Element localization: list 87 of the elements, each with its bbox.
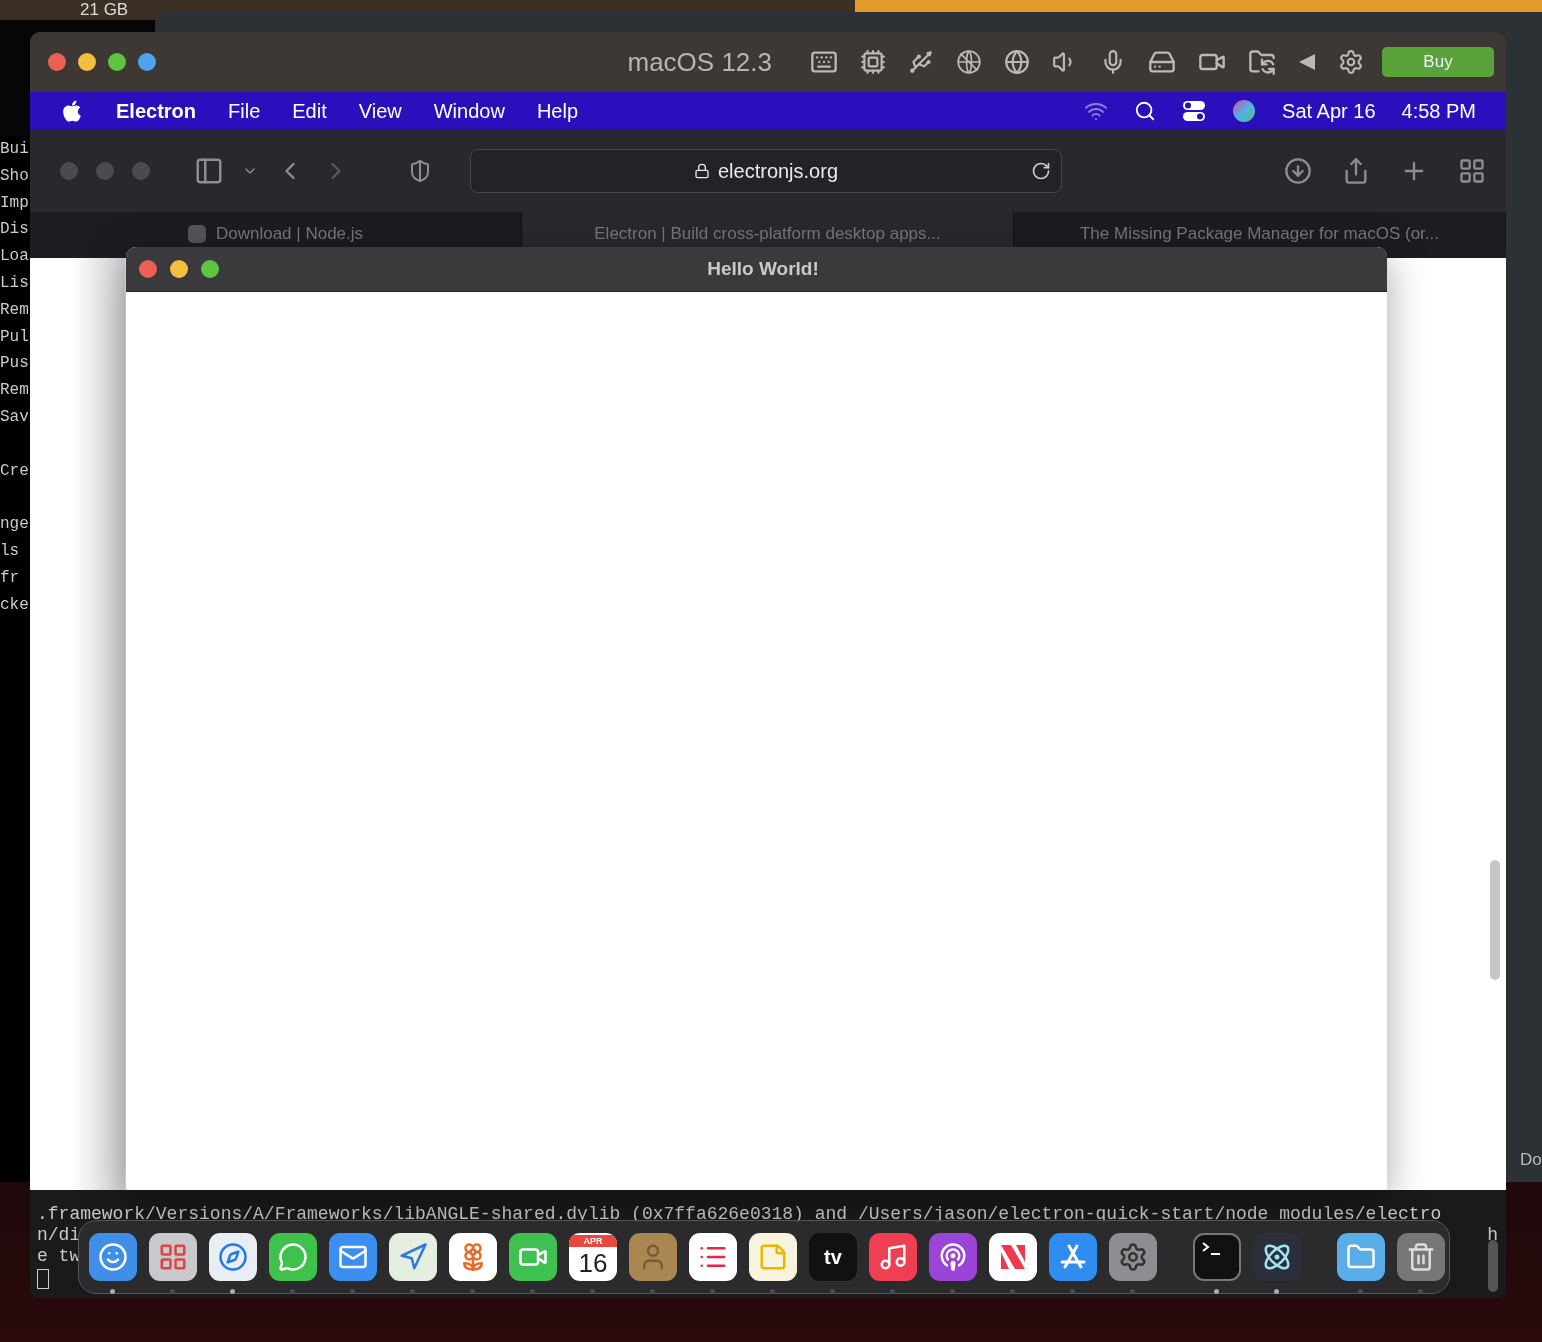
- terminal-line: Cre: [0, 460, 30, 482]
- terminal-line: n/di: [37, 1225, 81, 1246]
- terminal-line: Rem: [0, 299, 30, 321]
- facetime-icon[interactable]: [509, 1233, 557, 1281]
- tab-title: Download | Node.js: [215, 224, 364, 244]
- scrollbar-thumb[interactable]: [1490, 860, 1500, 980]
- menu-bar-date[interactable]: Sat Apr 16: [1282, 99, 1376, 123]
- calendar-month: APR: [569, 1235, 617, 1247]
- terminal-line: Bui: [0, 139, 30, 160]
- terminal-line: Pus: [0, 353, 30, 375]
- terminal-line: Dis: [0, 219, 30, 241]
- terminal-line: Sho: [0, 165, 30, 187]
- terminal-line: Lis: [0, 273, 30, 294]
- terminal-line: Pul: [0, 326, 30, 348]
- tv-label: tv: [824, 1245, 842, 1269]
- menu-item[interactable]: Electron: [116, 99, 197, 123]
- globe-icon[interactable]: [1004, 49, 1030, 75]
- notes-icon[interactable]: [749, 1233, 797, 1281]
- news-icon[interactable]: [989, 1233, 1037, 1281]
- window-label: Do: [1520, 1150, 1542, 1170]
- preferences-icon[interactable]: [1109, 1233, 1157, 1281]
- reload-icon[interactable]: [1031, 161, 1051, 181]
- launchpad-icon[interactable]: [149, 1233, 197, 1281]
- terminal-line: ls: [0, 540, 21, 562]
- zoom-button[interactable]: [201, 260, 219, 278]
- window-title: Hello World!: [706, 258, 820, 280]
- cursor-icon: [37, 1269, 49, 1289]
- terminal-line: cke: [0, 594, 30, 616]
- terminal-line: Imp: [0, 192, 30, 214]
- search-icon[interactable]: [1134, 100, 1157, 122]
- finder-icon[interactable]: [89, 1233, 137, 1281]
- lock-icon: [693, 163, 710, 179]
- menu-bar-time[interactable]: 4:58 PM: [1401, 99, 1476, 123]
- tab-title: Electron | Build cross-platform desktop apps...: [594, 224, 941, 244]
- calendar-day: 16: [578, 1247, 608, 1279]
- settings-icon[interactable]: [1338, 49, 1364, 75]
- minimize-button[interactable]: [170, 260, 188, 278]
- tab-title: The Missing Package Manager for macOS (or...: [1079, 224, 1439, 244]
- control-center-icon[interactable]: [1182, 100, 1207, 122]
- info-button[interactable]: [138, 53, 156, 71]
- menu-item[interactable]: File: [228, 99, 261, 123]
- downloads-icon[interactable]: [1337, 1233, 1385, 1281]
- terminal-line: Loa: [0, 246, 30, 268]
- terminal-icon[interactable]: [1193, 1233, 1241, 1281]
- apple-icon[interactable]: [60, 99, 84, 123]
- music-icon[interactable]: [869, 1233, 917, 1281]
- terminal-line: .framework/Versions/A/Frameworks/libANGLE-shared.dylib (0x7ffa626e0318) and /Users/jason/electron-quick-start/node_modules/electro: [37, 1204, 1442, 1225]
- scrollbar-thumb[interactable]: [1488, 1240, 1498, 1292]
- menu-item[interactable]: Edit: [292, 99, 327, 123]
- app-store-icon[interactable]: [1049, 1233, 1097, 1281]
- window-title: macOS 12.3: [627, 46, 772, 78]
- trash-icon[interactable]: [1397, 1233, 1445, 1281]
- download-icon[interactable]: [1284, 157, 1312, 185]
- siri-icon[interactable]: [1232, 99, 1257, 123]
- calendar-icon[interactable]: APR 16: [569, 1233, 617, 1281]
- terminal-line: fr: [0, 567, 21, 589]
- tv-app-icon[interactable]: tv: [809, 1233, 857, 1281]
- terminal-line: nge: [0, 514, 30, 536]
- electron-icon[interactable]: [1253, 1233, 1301, 1281]
- cpu-icon[interactable]: [860, 49, 886, 75]
- maps-icon[interactable]: [389, 1233, 437, 1281]
- memory-usage: 21 GB: [80, 0, 129, 20]
- zoom-button[interactable]: [108, 53, 126, 71]
- tab-overview-icon[interactable]: [1458, 157, 1486, 185]
- network-off-icon[interactable]: [956, 49, 982, 75]
- triangle-icon[interactable]: [1298, 53, 1316, 71]
- reminders-icon[interactable]: [689, 1233, 737, 1281]
- address-field[interactable]: electronjs.org: [470, 149, 1062, 193]
- close-button[interactable]: [48, 53, 66, 71]
- podcasts-icon[interactable]: [929, 1233, 977, 1281]
- mail-icon[interactable]: [329, 1233, 377, 1281]
- messages-icon[interactable]: [269, 1233, 317, 1281]
- usb-icon[interactable]: [908, 49, 934, 75]
- menu-item[interactable]: Window: [433, 99, 505, 123]
- sidebar-icon[interactable]: [194, 156, 224, 186]
- minimize-button[interactable]: [78, 53, 96, 71]
- terminal-line: h: [1487, 1225, 1498, 1246]
- contacts-icon[interactable]: [629, 1233, 677, 1281]
- photos-icon[interactable]: [449, 1233, 497, 1281]
- safari-icon[interactable]: [209, 1233, 257, 1281]
- shared-folder-icon[interactable]: [1248, 48, 1276, 76]
- terminal-line: Rem: [0, 380, 30, 402]
- close-button[interactable]: [139, 260, 157, 278]
- menu-item[interactable]: View: [358, 99, 402, 123]
- terminal-line: Sav: [0, 406, 30, 428]
- shield-icon[interactable]: [408, 159, 432, 183]
- menu-item[interactable]: Help: [536, 99, 578, 123]
